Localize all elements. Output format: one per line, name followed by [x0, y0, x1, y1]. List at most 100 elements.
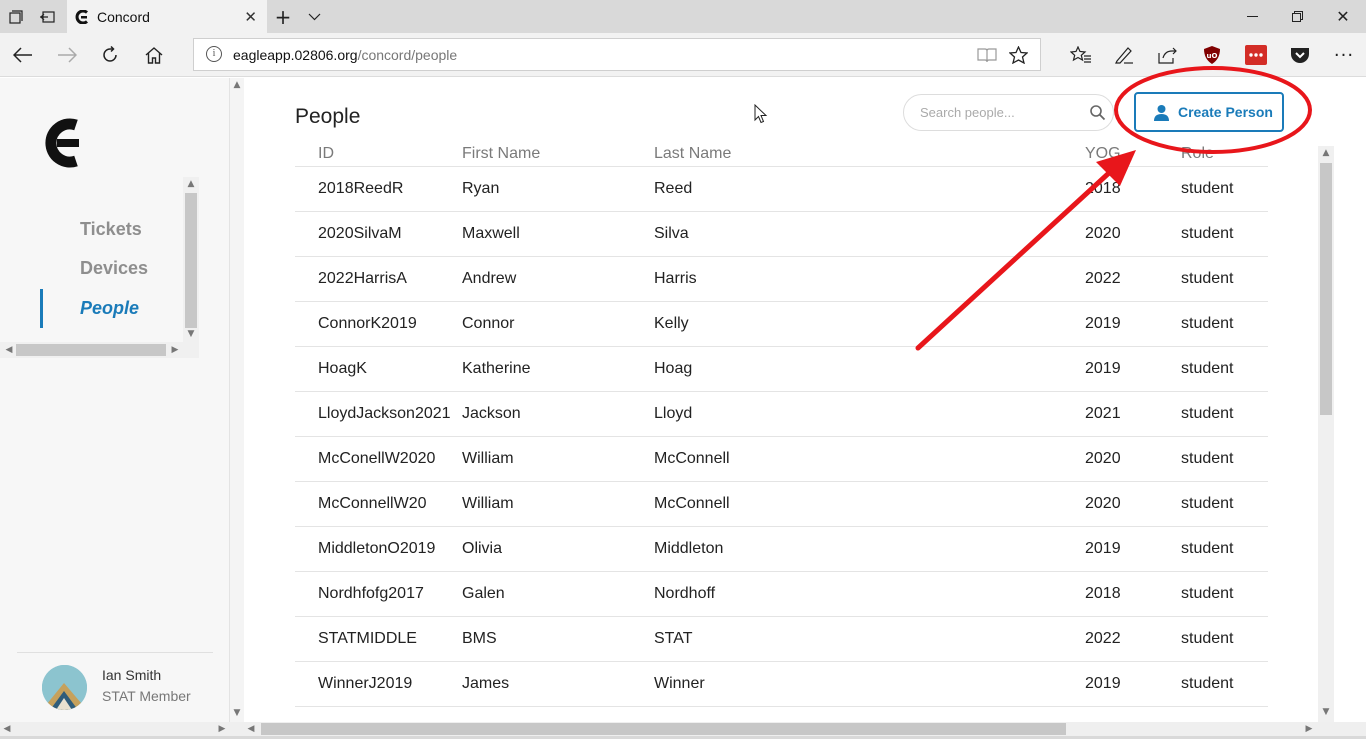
cell-last-name: Lloyd: [654, 405, 693, 422]
share-icon[interactable]: [1153, 33, 1183, 77]
address-bar[interactable]: i eagleapp.02806.org/concord/people: [193, 38, 1041, 71]
more-menu-icon[interactable]: ···: [1329, 33, 1359, 77]
cell-id: 2020SilvaM: [318, 225, 402, 242]
tab-manager-icon[interactable]: [5, 0, 27, 33]
concord-logo[interactable]: [38, 114, 82, 172]
scroll-down-icon[interactable]: ▼: [184, 329, 198, 339]
cell-yog: 2020: [1085, 495, 1121, 512]
column-header-last-name[interactable]: Last Name: [654, 145, 731, 163]
column-header-role[interactable]: Role: [1181, 145, 1214, 163]
sidebar-item-devices[interactable]: Devices: [80, 258, 148, 279]
lastpass-icon[interactable]: [1241, 33, 1271, 77]
set-tabs-aside-icon[interactable]: [36, 0, 58, 33]
cell-yog: 2019: [1085, 540, 1121, 557]
scroll-up-icon[interactable]: ▲: [1319, 148, 1333, 158]
scroll-right-icon[interactable]: ▶: [1302, 724, 1316, 734]
cell-yog: 2019: [1085, 315, 1121, 332]
sidebar-item-people[interactable]: People: [80, 298, 139, 319]
main-scroll-thumb[interactable]: [1320, 163, 1332, 415]
scroll-right-icon[interactable]: ▶: [168, 345, 182, 355]
scroll-up-icon[interactable]: ▲: [184, 179, 198, 189]
cell-yog: 2022: [1085, 630, 1121, 647]
main-vertical-scrollbar[interactable]: ▲ ▼: [1318, 146, 1334, 724]
cell-yog: 2019: [1085, 675, 1121, 692]
refresh-icon[interactable]: [95, 33, 125, 77]
cell-first-name: Jackson: [462, 405, 521, 422]
concord-favicon-icon: [75, 9, 89, 24]
scroll-left-icon[interactable]: ◀: [2, 345, 16, 355]
table-row[interactable]: WinnerJ2019 James Winner 2019 student: [295, 661, 1268, 706]
cell-first-name: James: [462, 675, 510, 692]
cell-last-name: Nordhoff: [654, 585, 716, 602]
cell-role: student: [1181, 405, 1234, 422]
search-icon[interactable]: [1089, 104, 1106, 121]
column-header-first-name[interactable]: First Name: [462, 145, 540, 163]
ublock-origin-icon[interactable]: uO: [1197, 33, 1227, 77]
column-header-id[interactable]: ID: [318, 145, 334, 163]
cell-role: student: [1181, 315, 1234, 332]
table-row[interactable]: Nordhfofg2017 Galen Nordhoff 2018 student: [295, 571, 1268, 616]
web-notes-pen-icon[interactable]: [1109, 33, 1139, 77]
new-tab-icon[interactable]: +: [272, 0, 294, 33]
table-row[interactable]: LloydJackson2021 Jackson Lloyd 2021 student: [295, 391, 1268, 436]
main-hscroll-thumb[interactable]: [261, 723, 1066, 735]
table-row[interactable]: 2022HarrisA Andrew Harris 2022 student: [295, 256, 1268, 301]
scroll-down-icon[interactable]: ▼: [1319, 707, 1333, 717]
pocket-icon[interactable]: [1285, 33, 1315, 77]
scroll-up-icon[interactable]: ▲: [230, 80, 244, 90]
table-row[interactable]: MiddletonO2019 Olivia Middleton 2019 student: [295, 526, 1268, 571]
favorite-star-icon[interactable]: [1008, 45, 1029, 68]
home-icon[interactable]: [139, 33, 169, 77]
create-person-button[interactable]: Create Person: [1134, 92, 1284, 132]
back-icon[interactable]: [8, 33, 38, 77]
sidebar-vertical-scrollbar[interactable]: ▲ ▼: [183, 177, 199, 342]
table-row[interactable]: McConellW2020 William McConnell 2020 student: [295, 436, 1268, 481]
avatar[interactable]: [42, 665, 87, 710]
column-header-yog[interactable]: YOG: [1085, 145, 1121, 163]
close-window-icon[interactable]: ✕: [1331, 0, 1355, 33]
minimize-icon[interactable]: [1240, 0, 1264, 33]
cell-first-name: Ryan: [462, 180, 500, 197]
table-row[interactable]: ConnorK2019 Connor Kelly 2019 student: [295, 301, 1268, 346]
cell-first-name: William: [462, 495, 514, 512]
site-info-icon[interactable]: i: [206, 46, 222, 62]
main-horizontal-scrollbar[interactable]: ◀ ▶ ◀ ▶: [0, 722, 1366, 736]
cell-last-name: Harris: [654, 270, 697, 287]
browser-tab-concord[interactable]: Concord ✕: [67, 0, 267, 33]
sidebar-hscroll-thumb[interactable]: [16, 344, 166, 356]
table-row[interactable]: 2020SilvaM Maxwell Silva 2020 student: [295, 211, 1268, 256]
scroll-left-icon[interactable]: ◀: [0, 724, 14, 734]
scroll-down-icon[interactable]: ▼: [230, 708, 244, 718]
cell-last-name: Middleton: [654, 540, 724, 557]
table-row[interactable]: McConnellW20 William McConnell 2020 student: [295, 481, 1268, 526]
scroll-left-icon[interactable]: ◀: [244, 724, 258, 734]
sidebar-scroll-thumb[interactable]: [185, 193, 197, 328]
cell-first-name: Connor: [462, 315, 515, 332]
address-url: eagleapp.02806.org/concord/people: [233, 47, 457, 63]
restore-icon[interactable]: [1285, 0, 1309, 33]
person-icon: [1153, 104, 1170, 121]
tab-title: Concord: [97, 8, 150, 25]
user-name: Ian Smith: [102, 667, 162, 683]
search-input[interactable]: Search people...: [903, 94, 1114, 131]
favorites-hub-icon[interactable]: [1066, 33, 1096, 77]
sidebar-outer-scrollbar[interactable]: ▲ ▼: [230, 78, 244, 724]
cell-first-name: Maxwell: [462, 225, 520, 242]
cell-first-name: Olivia: [462, 540, 503, 557]
table-row[interactable]: 2018ReedR Ryan Reed 2018 student: [295, 166, 1268, 211]
reading-view-icon[interactable]: [977, 47, 997, 67]
cell-last-name: McConnell: [654, 495, 730, 512]
url-domain: eagleapp.02806.org: [233, 47, 358, 63]
scroll-right-icon[interactable]: ▶: [215, 724, 229, 734]
sidebar-horizontal-scrollbar[interactable]: ◀ ▶: [0, 342, 199, 358]
table-row[interactable]: STATMIDDLE BMS STAT 2022 student: [295, 616, 1268, 661]
table-row[interactable]: HoagK Katherine Hoag 2019 student: [295, 346, 1268, 391]
tab-preview-chevron-icon[interactable]: [303, 0, 325, 33]
close-tab-icon[interactable]: ✕: [244, 8, 257, 26]
url-path: /concord/people: [357, 47, 458, 63]
cell-role: student: [1181, 675, 1234, 692]
cell-id: ConnorK2019: [318, 315, 417, 332]
sidebar-item-tickets[interactable]: Tickets: [80, 219, 142, 240]
forward-icon[interactable]: [52, 33, 82, 77]
cell-id: MiddletonO2019: [318, 540, 436, 557]
